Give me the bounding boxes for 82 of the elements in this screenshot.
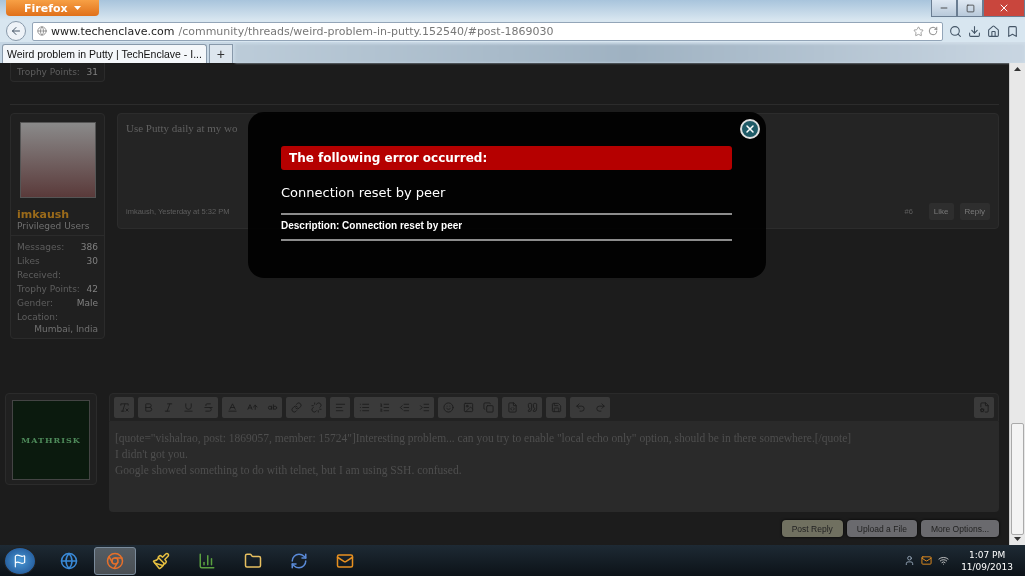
form-button[interactable]: Post Reply	[781, 520, 843, 537]
windows-logo-icon	[13, 553, 27, 568]
close-icon	[998, 2, 1010, 14]
reload-icon[interactable]	[928, 26, 938, 36]
form-button[interactable]: More Options...	[920, 520, 999, 537]
outdent-icon	[398, 402, 410, 413]
error-message: Connection reset by peer	[281, 185, 447, 200]
file-gear-icon	[978, 402, 990, 413]
stat-value: 30	[86, 255, 98, 268]
link-icon	[290, 402, 302, 413]
close-icon	[744, 123, 756, 135]
quote-icon	[526, 402, 538, 413]
maximize-button[interactable]	[957, 0, 983, 17]
globe-icon	[60, 551, 78, 570]
paintbrush-icon	[152, 551, 170, 570]
clock[interactable]: 1:07 PM 11/09/2013	[955, 548, 1019, 573]
error-heading: The following error occurred:	[281, 146, 732, 170]
bar-chart-icon	[198, 551, 216, 570]
user-location: Mumbai, India	[33, 324, 99, 334]
back-button[interactable]	[6, 21, 26, 41]
mail-icon	[336, 551, 354, 570]
stat-label: Gender:	[17, 297, 54, 310]
mail-icon[interactable]	[921, 555, 933, 566]
taskbar-app[interactable]	[94, 546, 136, 575]
font-family-icon	[266, 402, 278, 413]
stat-label: Messages:	[17, 241, 65, 254]
indent-icon	[418, 402, 430, 413]
scroll-down-icon[interactable]	[1014, 537, 1021, 541]
font-size-icon	[246, 402, 258, 413]
address-bar[interactable]: www.techenclave.com /community/threads/weird-problem-in-putty.152540/#post-1869030	[32, 21, 943, 41]
stat-value: 31	[86, 66, 98, 79]
code-icon	[506, 402, 518, 413]
browser-tab[interactable]: Weird problem in Putty | TechEnclave - I...	[2, 44, 207, 63]
maximize-icon	[965, 3, 975, 13]
globe-icon	[37, 26, 47, 36]
search-icon[interactable]	[949, 24, 962, 38]
user-icon[interactable]	[904, 555, 916, 566]
strikethrough-icon	[202, 402, 214, 413]
user-title: Privileged Users	[11, 221, 104, 236]
caret-icon	[73, 6, 81, 10]
scrollbar[interactable]	[1009, 63, 1025, 545]
stat-value: Male	[76, 297, 98, 310]
network-icon[interactable]	[938, 555, 950, 566]
italic-icon	[162, 402, 174, 413]
stat-label: Trophy Points:	[17, 283, 80, 296]
stat-value: 42	[86, 283, 98, 296]
image-icon	[462, 402, 474, 413]
post-action-button[interactable]: Reply	[959, 203, 990, 220]
post-action-button[interactable]: Like	[928, 203, 954, 220]
numbered-list-icon	[378, 402, 390, 413]
new-tab-button[interactable]: +	[208, 44, 233, 63]
folder-icon	[244, 551, 262, 570]
stat-label: Trophy Points:	[17, 66, 80, 79]
minimize-button[interactable]	[931, 0, 957, 17]
firefox-menu-button[interactable]: Firefox	[6, 0, 99, 16]
error-description: Description: Connection reset by peer	[281, 213, 732, 241]
smiley-icon	[442, 402, 454, 413]
home-icon[interactable]	[987, 24, 1000, 38]
scroll-up-icon[interactable]	[1014, 67, 1021, 71]
start-button[interactable]	[4, 546, 36, 575]
align-icon	[334, 402, 346, 413]
avatar-text: MATHRISK	[12, 400, 90, 480]
back-arrow-icon	[10, 25, 22, 37]
download-icon[interactable]	[968, 24, 981, 38]
bold-icon	[142, 402, 154, 413]
form-button[interactable]: Upload a File	[846, 520, 917, 537]
scroll-thumb[interactable]	[1011, 423, 1024, 535]
bookmark-star-icon[interactable]	[913, 25, 924, 37]
stat-label: Likes Received:	[17, 255, 62, 282]
browser-icon	[106, 551, 124, 570]
bookmarks-icon[interactable]	[1006, 24, 1019, 38]
stat-value: 386	[80, 241, 98, 254]
stat-label: Location:	[17, 311, 59, 324]
undo-icon	[574, 402, 586, 413]
unlink-icon	[310, 402, 322, 413]
username[interactable]: imkaush	[11, 208, 104, 221]
font-color-icon	[226, 402, 238, 413]
sync-icon	[290, 551, 308, 570]
save-icon	[550, 402, 562, 413]
media-icon	[482, 402, 494, 413]
redo-icon	[594, 402, 606, 413]
remove-format-icon	[118, 402, 130, 413]
